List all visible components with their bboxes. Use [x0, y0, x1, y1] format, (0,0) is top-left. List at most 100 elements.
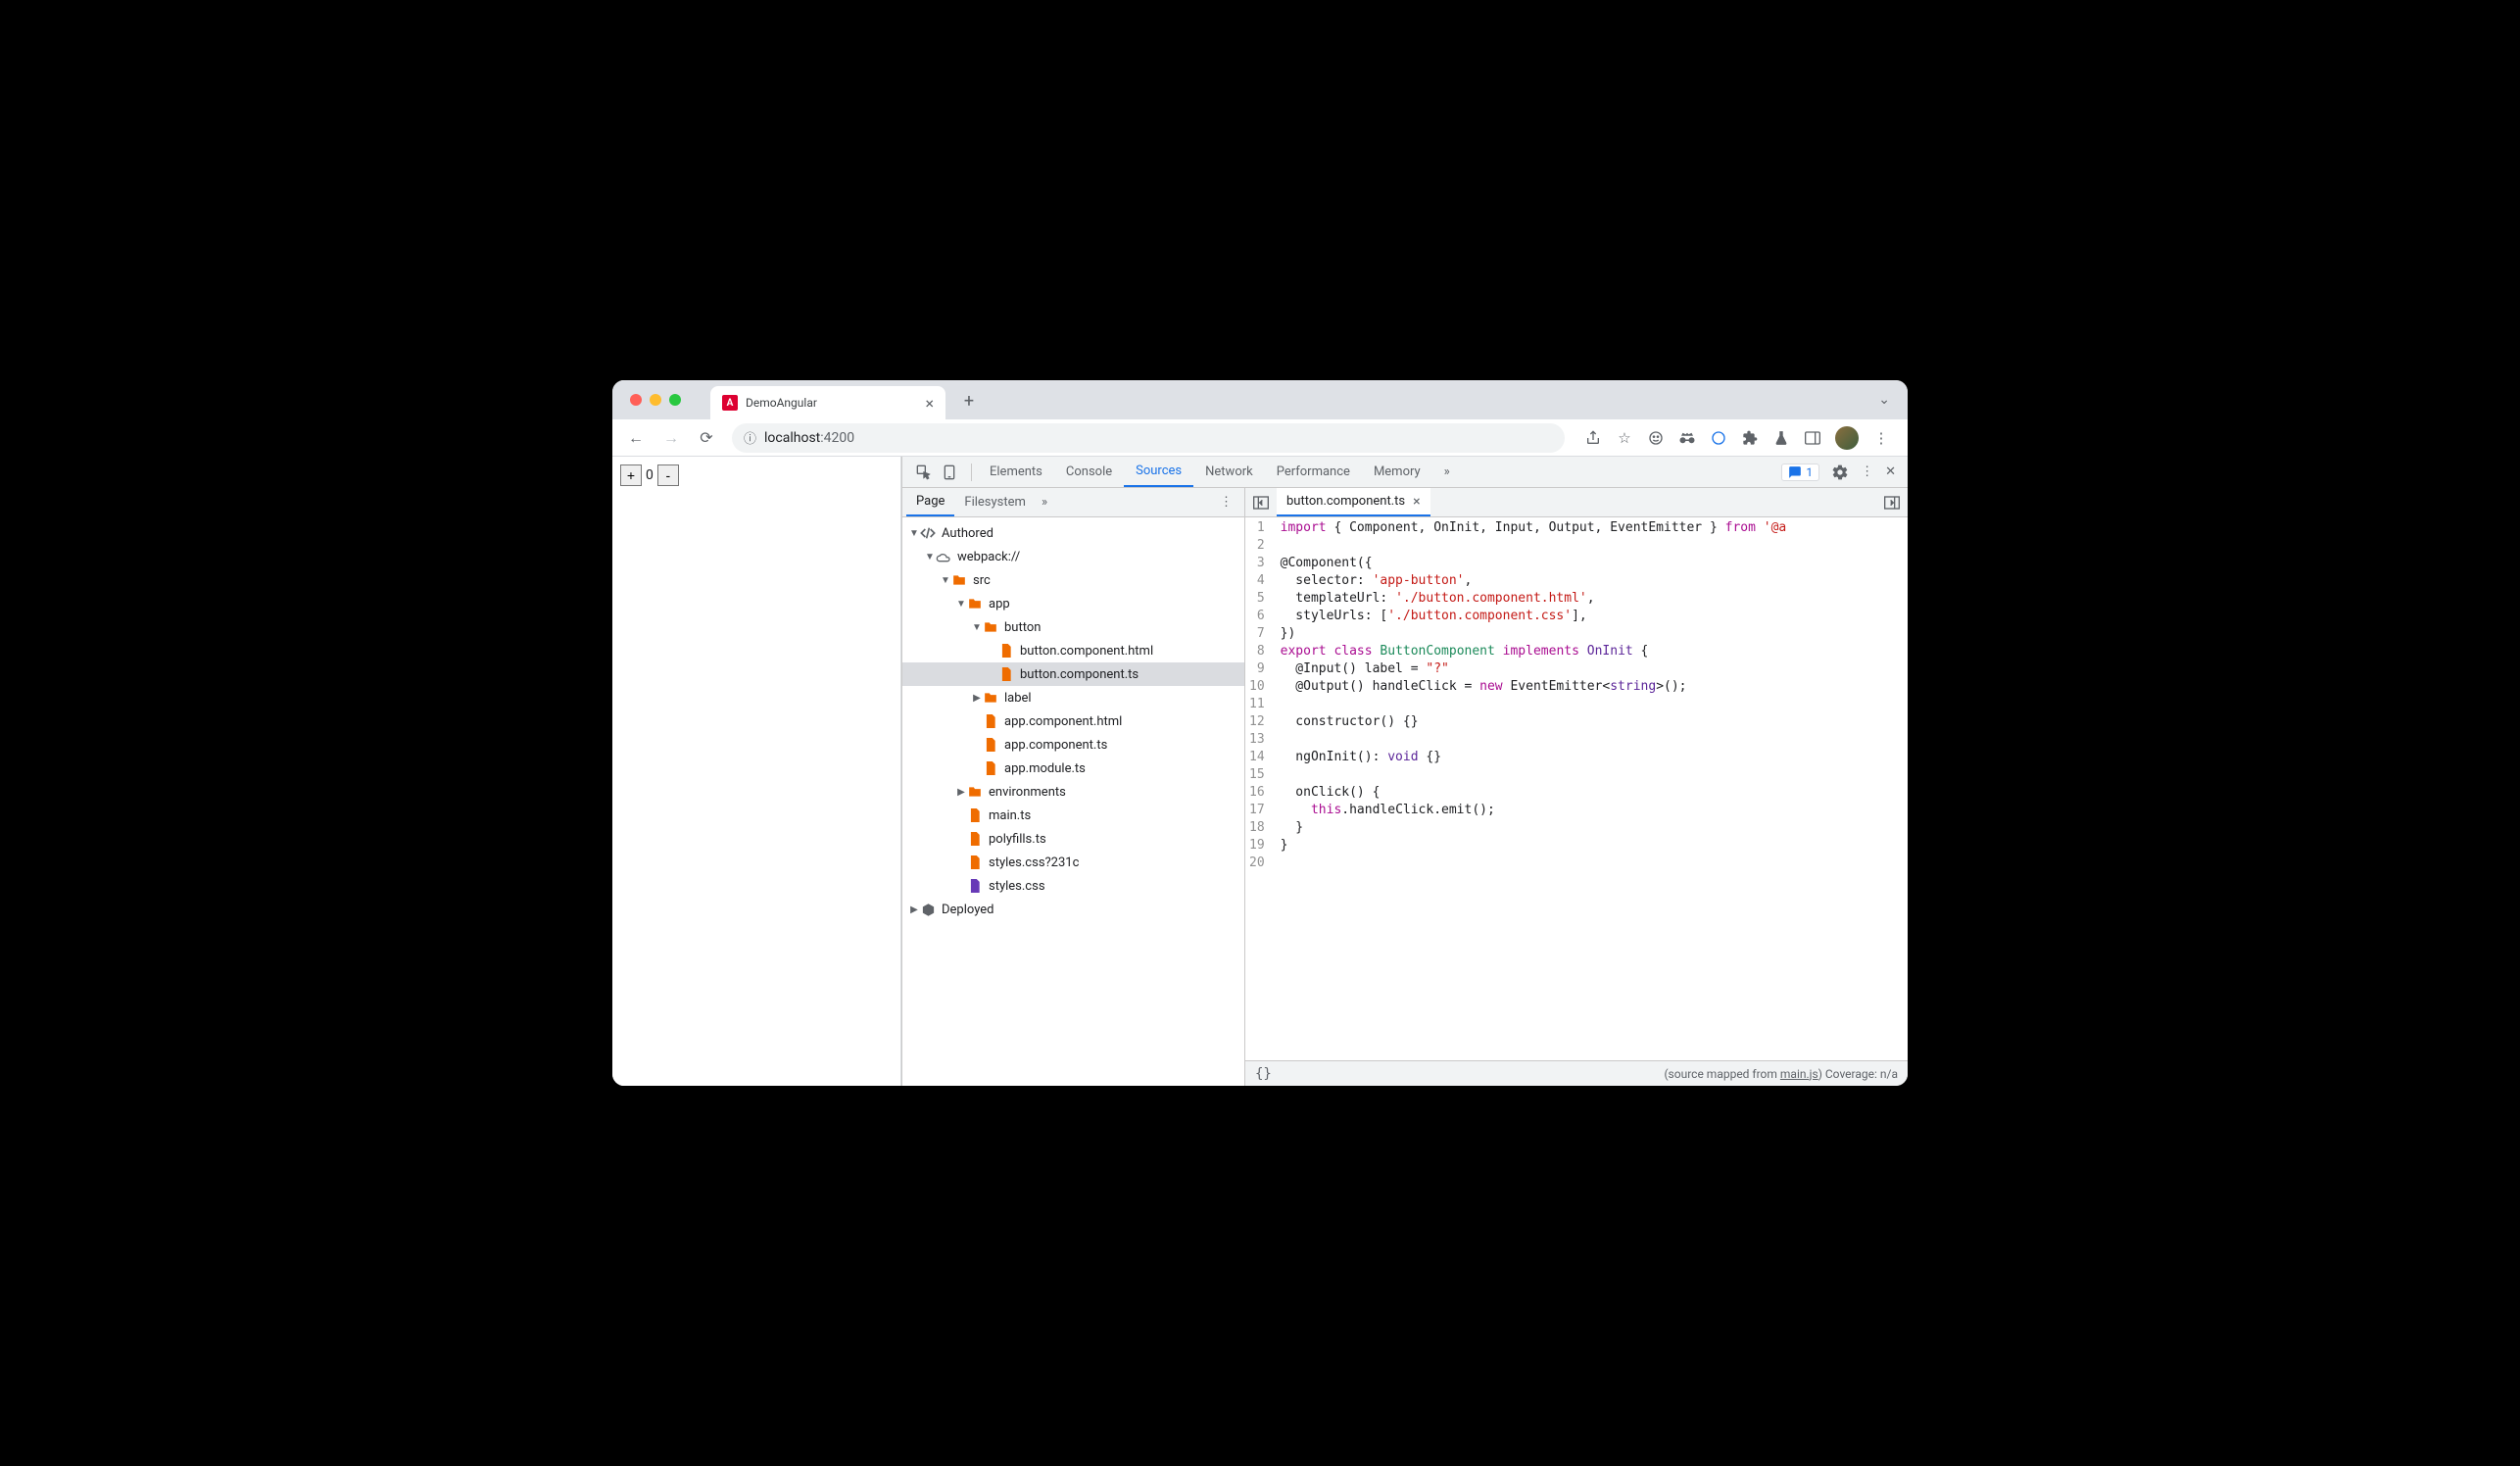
file-icon — [998, 644, 1014, 658]
tree-app-module[interactable]: app.module.ts — [902, 757, 1244, 780]
device-mode-icon[interactable] — [942, 464, 957, 480]
content-area: + 0 - Elements Console Sources Network P… — [612, 457, 1908, 1086]
toggle-debugger-button[interactable] — [1876, 496, 1908, 510]
profile-avatar[interactable] — [1835, 426, 1859, 450]
minimize-window-button[interactable] — [650, 394, 661, 406]
browser-window: A DemoAngular × + ⌄ ← → ⟳ ⓘ localhost:42… — [612, 380, 1908, 1086]
code-editor[interactable]: 1234567891011121314151617181920 import {… — [1245, 517, 1908, 1060]
tree-webpack[interactable]: ▼webpack:// — [902, 545, 1244, 568]
editor-status-bar: {} (source mapped from main.js) Coverage… — [1245, 1060, 1908, 1086]
back-button[interactable]: ← — [620, 422, 652, 454]
devtools: Elements Console Sources Network Perform… — [901, 457, 1908, 1086]
url-text: localhost:4200 — [764, 430, 854, 446]
site-info-icon[interactable]: ⓘ — [744, 428, 756, 447]
browser-menu-button[interactable]: ⋮ — [1872, 429, 1890, 447]
editor-tab-label: button.component.ts — [1286, 494, 1405, 509]
tree-app-ts[interactable]: app.component.ts — [902, 733, 1244, 757]
file-icon — [983, 714, 998, 728]
tree-button-folder[interactable]: ▼button — [902, 615, 1244, 639]
tree-styles-q[interactable]: styles.css?231c — [902, 851, 1244, 874]
line-gutter: 1234567891011121314151617181920 — [1245, 517, 1273, 1060]
tree-app-html[interactable]: app.component.html — [902, 709, 1244, 733]
file-icon — [983, 761, 998, 775]
toolbar: ← → ⟳ ⓘ localhost:4200 ☆ ⋮ — [612, 419, 1908, 457]
tab-sources[interactable]: Sources — [1124, 457, 1193, 487]
new-tab-button[interactable]: + — [955, 387, 983, 415]
issues-count: 1 — [1806, 465, 1813, 479]
tab-console[interactable]: Console — [1054, 457, 1124, 487]
reload-button[interactable]: ⟳ — [691, 422, 722, 454]
close-editor-tab-button[interactable]: × — [1413, 494, 1420, 510]
cloud-icon — [936, 551, 951, 562]
tree-button-html[interactable]: button.component.html — [902, 639, 1244, 662]
issues-button[interactable]: 1 — [1781, 464, 1819, 481]
tab-elements[interactable]: Elements — [978, 457, 1054, 487]
tree-button-ts[interactable]: button.component.ts — [902, 662, 1244, 686]
editor-tab-active[interactable]: button.component.ts × — [1277, 488, 1430, 516]
incognito-icon[interactable] — [1678, 429, 1696, 447]
tree-main-ts[interactable]: main.ts — [902, 804, 1244, 827]
tree-authored[interactable]: ▼Authored — [902, 521, 1244, 545]
tab-memory[interactable]: Memory — [1362, 457, 1432, 487]
source-map-link[interactable]: main.js — [1780, 1067, 1818, 1081]
window-controls — [620, 394, 691, 406]
close-window-button[interactable] — [630, 394, 642, 406]
file-icon — [998, 667, 1014, 681]
devtools-toolbar: Elements Console Sources Network Perform… — [902, 457, 1908, 488]
counter-widget: + 0 - — [620, 464, 893, 486]
tree-environments[interactable]: ▶environments — [902, 780, 1244, 804]
extension-3-icon[interactable] — [1710, 429, 1727, 447]
share-icon[interactable] — [1584, 429, 1602, 447]
tree-polyfills[interactable]: polyfills.ts — [902, 827, 1244, 851]
bookmark-icon[interactable]: ☆ — [1616, 429, 1633, 447]
settings-icon[interactable] — [1831, 464, 1849, 481]
side-panel-icon[interactable] — [1804, 429, 1821, 447]
file-icon — [967, 855, 983, 869]
devtools-panel-tabs: Elements Console Sources Network Perform… — [978, 457, 1462, 487]
tabs-menu-button[interactable]: ⌄ — [1878, 392, 1890, 408]
pretty-print-button[interactable]: {} — [1255, 1066, 1272, 1082]
editor: button.component.ts × 123456789101112131… — [1245, 488, 1908, 1086]
devtools-menu-button[interactable]: ⋮ — [1861, 464, 1873, 479]
file-tree: ▼Authored ▼webpack:// ▼src ▼app ▼button … — [902, 517, 1244, 1086]
nav-more-tabs[interactable]: » — [1042, 495, 1047, 510]
code-content: import { Component, OnInit, Input, Outpu… — [1273, 517, 1795, 1060]
folder-icon — [967, 598, 983, 610]
sources-panel: Page Filesystem » ⋮ ▼Authored ▼webpack:/… — [902, 488, 1908, 1086]
tab-title: DemoAngular — [746, 396, 917, 410]
editor-tabs: button.component.ts × — [1245, 488, 1908, 517]
address-bar[interactable]: ⓘ localhost:4200 — [732, 423, 1565, 453]
tree-deployed[interactable]: ▶Deployed — [902, 898, 1244, 921]
folder-icon — [983, 621, 998, 633]
close-tab-button[interactable]: × — [925, 394, 934, 413]
counter-value: 0 — [642, 467, 657, 483]
nav-menu-button[interactable]: ⋮ — [1212, 495, 1240, 510]
file-icon — [967, 879, 983, 893]
forward-button[interactable]: → — [655, 422, 687, 454]
extensions-icon[interactable] — [1741, 429, 1759, 447]
decrement-button[interactable]: - — [657, 464, 679, 486]
tree-styles[interactable]: styles.css — [902, 874, 1244, 898]
file-icon — [983, 738, 998, 752]
tab-bar: A DemoAngular × + ⌄ — [612, 380, 1908, 419]
maximize-window-button[interactable] — [669, 394, 681, 406]
labs-icon[interactable] — [1772, 429, 1790, 447]
close-devtools-button[interactable]: ✕ — [1885, 464, 1896, 479]
tab-network[interactable]: Network — [1193, 457, 1265, 487]
nav-tab-filesystem[interactable]: Filesystem — [954, 488, 1036, 516]
more-tabs-button[interactable]: » — [1432, 457, 1462, 487]
extension-1-icon[interactable] — [1647, 429, 1665, 447]
tree-app[interactable]: ▼app — [902, 592, 1244, 615]
nav-tab-page[interactable]: Page — [906, 488, 954, 516]
file-icon — [967, 832, 983, 846]
tree-label-folder[interactable]: ▶label — [902, 686, 1244, 709]
tree-src[interactable]: ▼src — [902, 568, 1244, 592]
toggle-navigator-button[interactable] — [1245, 496, 1277, 510]
tab-performance[interactable]: Performance — [1265, 457, 1362, 487]
navigator-tabs: Page Filesystem » ⋮ — [902, 488, 1244, 517]
browser-tab[interactable]: A DemoAngular × — [710, 386, 945, 419]
deployed-icon — [920, 903, 936, 917]
increment-button[interactable]: + — [620, 464, 642, 486]
page-content: + 0 - — [612, 457, 901, 1086]
inspect-element-icon[interactable] — [916, 464, 932, 480]
